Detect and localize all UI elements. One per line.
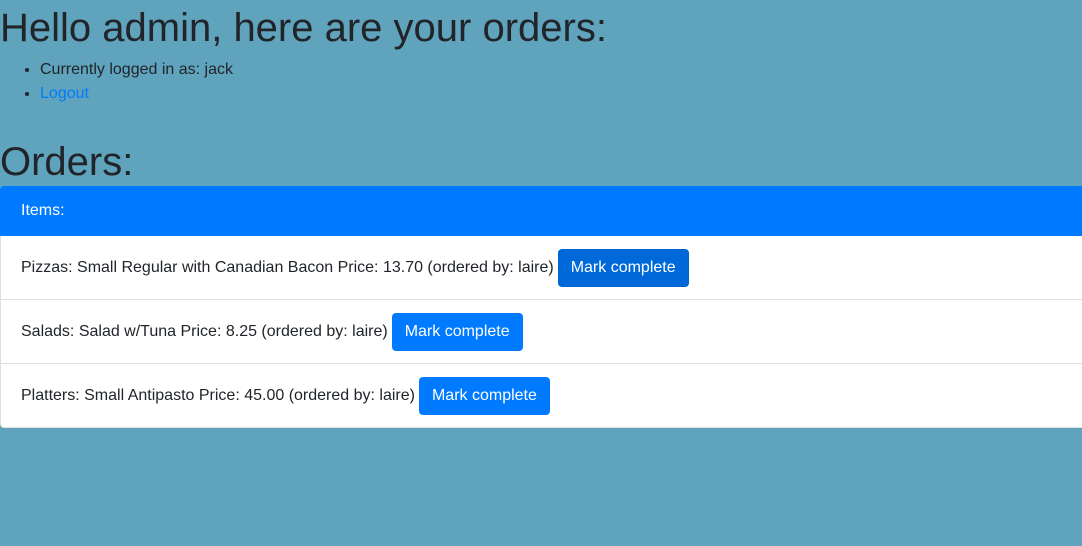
order-item: Salads: Salad w/Tuna Price: 8.25 (ordere…	[0, 300, 1082, 364]
page-title: Hello admin, here are your orders:	[0, 6, 607, 50]
logout-link[interactable]: Logout	[40, 85, 89, 102]
mark-complete-button[interactable]: Mark complete	[418, 376, 550, 415]
logged-in-text: Currently logged in as: jack	[40, 61, 233, 78]
logged-in-status: Currently logged in as: jack	[40, 58, 1082, 82]
order-item-text: Salads: Salad w/Tuna Price: 8.25 (ordere…	[21, 322, 388, 340]
order-item-text: Pizzas: Small Regular with Canadian Baco…	[21, 258, 554, 276]
mark-complete-button[interactable]: Mark complete	[391, 312, 523, 351]
orders-list-header: Items:	[0, 186, 1082, 236]
logout-item: Logout	[40, 82, 1082, 106]
user-menu: Currently logged in as: jack Logout	[0, 58, 1082, 106]
mark-complete-button[interactable]: Mark complete	[557, 248, 689, 287]
order-item-text: Platters: Small Antipasto Price: 45.00 (…	[21, 386, 415, 404]
orders-list: Items: Pizzas: Small Regular with Canadi…	[0, 186, 1082, 428]
orders-heading: Orders:	[0, 140, 134, 184]
items-header-label: Items:	[21, 202, 65, 219]
order-item: Pizzas: Small Regular with Canadian Baco…	[0, 236, 1082, 300]
order-item: Platters: Small Antipasto Price: 45.00 (…	[0, 364, 1082, 428]
